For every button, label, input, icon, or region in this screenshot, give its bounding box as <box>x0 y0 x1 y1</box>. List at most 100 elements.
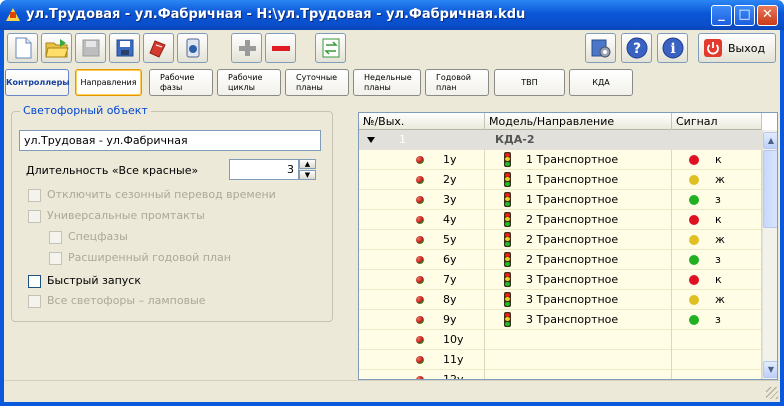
save-disabled-icon <box>82 39 99 57</box>
table-row[interactable]: 5у 2 Транспортное ж <box>359 230 762 250</box>
signal-color-icon <box>689 315 699 325</box>
exit-button[interactable]: Выход <box>698 33 776 63</box>
special-phases-label: Спецфазы <box>68 230 128 243</box>
tab-weekly-plans[interactable]: Недельные планы <box>353 69 421 96</box>
title-bar[interactable]: ул.Трудовая - ул.Фабричная - H:\ул.Трудо… <box>0 0 784 30</box>
scroll-down-button[interactable]: ▼ <box>763 361 777 378</box>
transfer-button[interactable] <box>315 33 346 63</box>
signal-cell <box>672 370 762 379</box>
toolbar: ? i Выход <box>4 30 780 66</box>
output-icon <box>416 196 424 204</box>
tab-strip: Контроллеры Направления Рабочие фазы Раб… <box>4 68 780 98</box>
tab-tvp[interactable]: ТВП <box>494 69 565 96</box>
model-label: 1 Транспортное <box>526 173 619 186</box>
model-label: 2 Транспортное <box>526 233 619 246</box>
device-icon <box>186 38 199 58</box>
directions-grid: №/Вых. Модель/Направление Сигнал 1 КДА-2… <box>358 112 778 380</box>
signal-label: к <box>715 153 722 166</box>
remove-button[interactable] <box>265 33 296 63</box>
signal-label: з <box>715 193 721 206</box>
spin-down-button[interactable]: ▼ <box>299 170 316 180</box>
tab-annual-plan[interactable]: Годовой план <box>425 69 489 96</box>
window-title: ул.Трудовая - ул.Фабричная - H:\ул.Трудо… <box>26 7 526 22</box>
svg-text:i: i <box>670 41 675 57</box>
tab-daily-plans[interactable]: Суточные планы <box>285 69 349 96</box>
maximize-button[interactable]: □ <box>734 5 755 26</box>
all-red-duration-input[interactable]: 3 <box>229 159 299 180</box>
output-label: 9у <box>443 313 457 326</box>
table-row[interactable]: 3у 1 Транспортное з <box>359 190 762 210</box>
group-title: Светофорный объект <box>20 104 151 117</box>
scroll-thumb[interactable] <box>763 150 777 228</box>
settings-button[interactable] <box>585 33 616 63</box>
model-label: 1 Транспортное <box>526 193 619 206</box>
traffic-light-icon <box>504 312 511 327</box>
table-row[interactable]: 6у 2 Транспортное з <box>359 250 762 270</box>
tab-work-phases[interactable]: Рабочие фазы <box>149 69 213 96</box>
traffic-light-icon <box>504 292 511 307</box>
special-phases-checkbox[interactable] <box>49 231 62 244</box>
output-label: 12у <box>443 373 464 380</box>
device-button[interactable] <box>177 33 208 63</box>
save-as-icon <box>116 39 133 57</box>
collapse-arrow-icon[interactable] <box>367 137 375 143</box>
help-button[interactable]: ? <box>621 33 652 63</box>
object-name-field[interactable]: ул.Трудовая - ул.Фабричная <box>19 130 321 151</box>
settings-icon <box>591 39 610 58</box>
new-button[interactable] <box>7 33 38 63</box>
signal-label: ж <box>715 173 725 186</box>
model-label: 2 Транспортное <box>526 253 619 266</box>
output-label: 1у <box>443 153 457 166</box>
client-area: ? i Выход Контроллеры Направления Рабочи… <box>4 30 780 402</box>
new-document-icon <box>15 37 31 59</box>
signal-label: к <box>715 273 722 286</box>
header-output[interactable]: №/Вых. <box>359 113 485 130</box>
extended-plan-checkbox[interactable] <box>49 252 62 265</box>
quick-start-checkbox[interactable] <box>28 275 41 288</box>
lamp-label: Все светофоры – ламповые <box>47 294 206 307</box>
season-checkbox[interactable] <box>28 189 41 202</box>
open-button[interactable] <box>41 33 72 63</box>
minimize-button[interactable]: _ <box>711 5 732 26</box>
output-label: 8у <box>443 293 457 306</box>
save-as-button[interactable] <box>109 33 140 63</box>
traffic-light-icon <box>504 152 511 167</box>
vertical-scrollbar[interactable]: ▲ ▼ <box>762 130 777 379</box>
lamp-checkbox[interactable] <box>28 295 41 308</box>
quick-start-label: Быстрый запуск <box>47 274 141 287</box>
output-icon <box>416 276 424 284</box>
tab-directions[interactable]: Направления <box>75 69 142 96</box>
tab-kda[interactable]: КДА <box>569 69 633 96</box>
close-button[interactable]: ✕ <box>757 5 778 26</box>
output-icon <box>416 236 424 244</box>
traffic-light-icon <box>504 272 511 287</box>
help-icon: ? <box>626 37 647 59</box>
table-row[interactable]: 2у 1 Транспортное ж <box>359 170 762 190</box>
scroll-up-button[interactable]: ▲ <box>763 132 777 149</box>
group-row[interactable]: 1 КДА-2 <box>359 130 762 150</box>
app-window: ул.Трудовая - ул.Фабричная - H:\ул.Трудо… <box>0 0 784 406</box>
tab-controllers[interactable]: Контроллеры <box>5 69 70 96</box>
table-row[interactable]: 8у 3 Транспортное ж <box>359 290 762 310</box>
table-row[interactable]: 10у <box>359 330 762 350</box>
table-row[interactable]: 7у 3 Транспортное к <box>359 270 762 290</box>
header-signal[interactable]: Сигнал <box>672 113 762 130</box>
svg-text:?: ? <box>632 41 640 57</box>
erase-button[interactable] <box>143 33 174 63</box>
table-row[interactable]: 1у 1 Транспортное к <box>359 150 762 170</box>
resize-grip-icon[interactable] <box>766 387 778 399</box>
table-row[interactable]: 11у <box>359 350 762 370</box>
spin-up-button[interactable]: ▲ <box>299 159 316 169</box>
tab-work-cycles[interactable]: Рабочие циклы <box>217 69 281 96</box>
header-model[interactable]: Модель/Направление <box>485 113 672 130</box>
info-button[interactable]: i <box>657 33 688 63</box>
output-label: 4у <box>443 213 457 226</box>
output-icon <box>416 256 424 264</box>
universal-checkbox[interactable] <box>28 210 41 223</box>
model-label: 3 Транспортное <box>526 313 619 326</box>
table-row[interactable]: 12у <box>359 370 762 380</box>
table-row[interactable]: 4у 2 Транспортное к <box>359 210 762 230</box>
signal-color-icon <box>689 155 699 165</box>
add-button[interactable] <box>231 33 262 63</box>
table-row[interactable]: 9у 3 Транспортное з <box>359 310 762 330</box>
